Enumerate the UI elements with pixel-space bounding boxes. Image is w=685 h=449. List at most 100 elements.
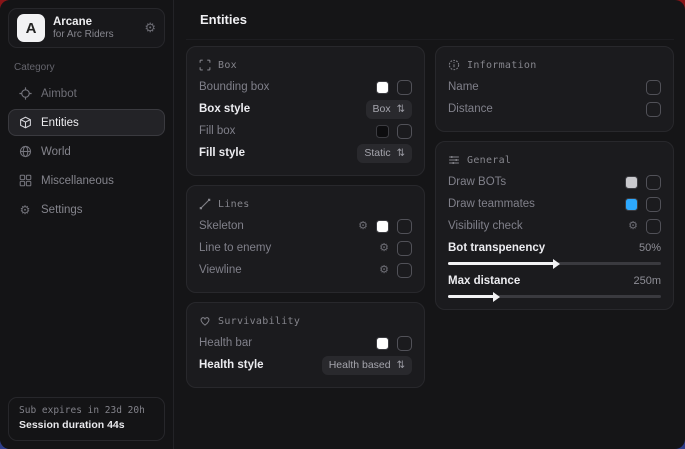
main-panel: Entities Box Bounding box xyxy=(174,0,685,449)
setting-label: Max distance xyxy=(448,275,633,287)
color-swatch[interactable] xyxy=(376,337,389,350)
survivability-card-header: Survivability xyxy=(199,315,412,327)
setting-label: Bounding box xyxy=(199,81,376,93)
sidebar-item-settings[interactable]: ⚙ Settings xyxy=(8,196,165,223)
main-header: Entities xyxy=(186,0,674,40)
card-title-label: Lines xyxy=(218,199,250,210)
gear-icon[interactable]: ⚙ xyxy=(379,265,389,276)
brand-text: Arcane for Arc Riders xyxy=(53,16,136,41)
session-duration-text: Session duration 44s xyxy=(19,418,154,434)
sidebar-item-label: Aimbot xyxy=(41,88,77,100)
name-checkbox[interactable] xyxy=(646,80,661,95)
setting-label: Health style xyxy=(199,359,322,371)
sidebar: A Arcane for Arc Riders ⚙ Category Aimbo… xyxy=(0,0,174,449)
brand-subtitle: for Arc Riders xyxy=(53,29,136,41)
bounding-box-checkbox[interactable] xyxy=(397,80,412,95)
sliders-icon xyxy=(448,154,460,166)
card-title-label: Information xyxy=(467,60,537,71)
color-swatch[interactable] xyxy=(376,220,389,233)
fill-style-dropdown[interactable]: Static ⇅ xyxy=(357,144,412,163)
gear-icon[interactable]: ⚙ xyxy=(358,221,368,232)
slider-thumb[interactable] xyxy=(553,259,560,269)
slider-fill xyxy=(448,295,495,298)
sort-arrows-icon: ⇅ xyxy=(397,148,405,159)
setting-label: Distance xyxy=(448,103,646,115)
max-distance-value: 250m xyxy=(633,275,661,287)
information-card: Information Name Distance xyxy=(435,46,674,132)
viewline-checkbox[interactable] xyxy=(397,263,412,278)
card-title-label: Box xyxy=(218,60,237,71)
visibility-check-checkbox[interactable] xyxy=(646,219,661,234)
setting-label: Fill box xyxy=(199,125,376,137)
brand-logo: A xyxy=(17,14,45,42)
sidebar-item-aimbot[interactable]: Aimbot xyxy=(8,80,165,107)
setting-label: Bot transpenency xyxy=(448,242,639,254)
lines-card: Lines Skeleton ⚙ Line to enemy ⚙ xyxy=(186,185,425,293)
color-swatch[interactable] xyxy=(376,125,389,138)
grid-icon xyxy=(18,174,32,188)
setting-row-max-distance: Max distance 250m xyxy=(448,272,661,298)
sidebar-item-label: Miscellaneous xyxy=(41,175,114,187)
fill-box-checkbox[interactable] xyxy=(397,124,412,139)
brand-title: Arcane xyxy=(53,16,136,29)
color-swatch[interactable] xyxy=(625,176,638,189)
line-to-enemy-checkbox[interactable] xyxy=(397,241,412,256)
brand-card: A Arcane for Arc Riders ⚙ xyxy=(8,8,165,48)
setting-label: Line to enemy xyxy=(199,242,379,254)
setting-row-distance: Distance xyxy=(448,98,661,120)
skeleton-checkbox[interactable] xyxy=(397,219,412,234)
health-bar-checkbox[interactable] xyxy=(397,336,412,351)
sidebar-item-world[interactable]: World xyxy=(8,138,165,165)
cards-columns: Box Bounding box Box style Box ⇅ xyxy=(186,40,674,388)
category-label: Category xyxy=(14,62,159,73)
color-swatch[interactable] xyxy=(376,81,389,94)
dropdown-value: Health based xyxy=(329,359,391,371)
bot-transparency-slider[interactable] xyxy=(448,262,661,265)
color-swatch[interactable] xyxy=(625,198,638,211)
distance-checkbox[interactable] xyxy=(646,102,661,117)
slider-fill xyxy=(448,262,555,265)
heart-icon xyxy=(199,315,211,327)
draw-teammates-checkbox[interactable] xyxy=(646,197,661,212)
health-style-dropdown[interactable]: Health based ⇅ xyxy=(322,356,412,375)
general-card-header: General xyxy=(448,154,661,166)
diagonal-line-icon xyxy=(199,198,211,210)
sub-expiry-text: Sub expires in 23d 20h xyxy=(19,404,154,418)
max-distance-slider[interactable] xyxy=(448,295,661,298)
gear-icon[interactable]: ⚙ xyxy=(628,221,638,232)
setting-row-line-to-enemy: Line to enemy ⚙ xyxy=(199,237,412,259)
left-column: Box Bounding box Box style Box ⇅ xyxy=(186,46,425,388)
sidebar-item-label: World xyxy=(41,146,71,158)
setting-row-bounding-box: Bounding box xyxy=(199,76,412,98)
info-circle-icon xyxy=(448,59,460,71)
setting-label: Draw teammates xyxy=(448,198,625,210)
setting-label: Visibility check xyxy=(448,220,628,232)
dropdown-value: Static xyxy=(364,147,390,159)
draw-bots-checkbox[interactable] xyxy=(646,175,661,190)
dropdown-value: Box xyxy=(373,103,391,115)
gear-icon[interactable]: ⚙ xyxy=(379,243,389,254)
general-card: General Draw BOTs Draw teammates xyxy=(435,141,674,310)
cube-icon xyxy=(18,116,32,130)
setting-row-bot-transparency: Bot transpenency 50% xyxy=(448,239,661,265)
setting-row-viewline: Viewline ⚙ xyxy=(199,259,412,281)
lines-card-header: Lines xyxy=(199,198,412,210)
bot-transparency-value: 50% xyxy=(639,242,661,254)
box-style-dropdown[interactable]: Box ⇅ xyxy=(366,100,412,119)
setting-label: Fill style xyxy=(199,147,357,159)
setting-label: Health bar xyxy=(199,337,376,349)
sidebar-item-miscellaneous[interactable]: Miscellaneous xyxy=(8,167,165,194)
globe-icon xyxy=(18,145,32,159)
slider-thumb[interactable] xyxy=(493,292,500,302)
setting-row-fill-box: Fill box xyxy=(199,120,412,142)
setting-label: Viewline xyxy=(199,264,379,276)
setting-row-health-style: Health style Health based ⇅ xyxy=(199,354,412,376)
sidebar-item-entities[interactable]: Entities xyxy=(8,109,165,136)
gear-icon[interactable]: ⚙ xyxy=(144,20,156,36)
box-card: Box Bounding box Box style Box ⇅ xyxy=(186,46,425,176)
scan-frame-icon xyxy=(199,59,211,71)
setting-label: Draw BOTs xyxy=(448,176,625,188)
setting-row-skeleton: Skeleton ⚙ xyxy=(199,215,412,237)
app-window: A Arcane for Arc Riders ⚙ Category Aimbo… xyxy=(0,0,685,449)
card-title-label: General xyxy=(467,155,511,166)
